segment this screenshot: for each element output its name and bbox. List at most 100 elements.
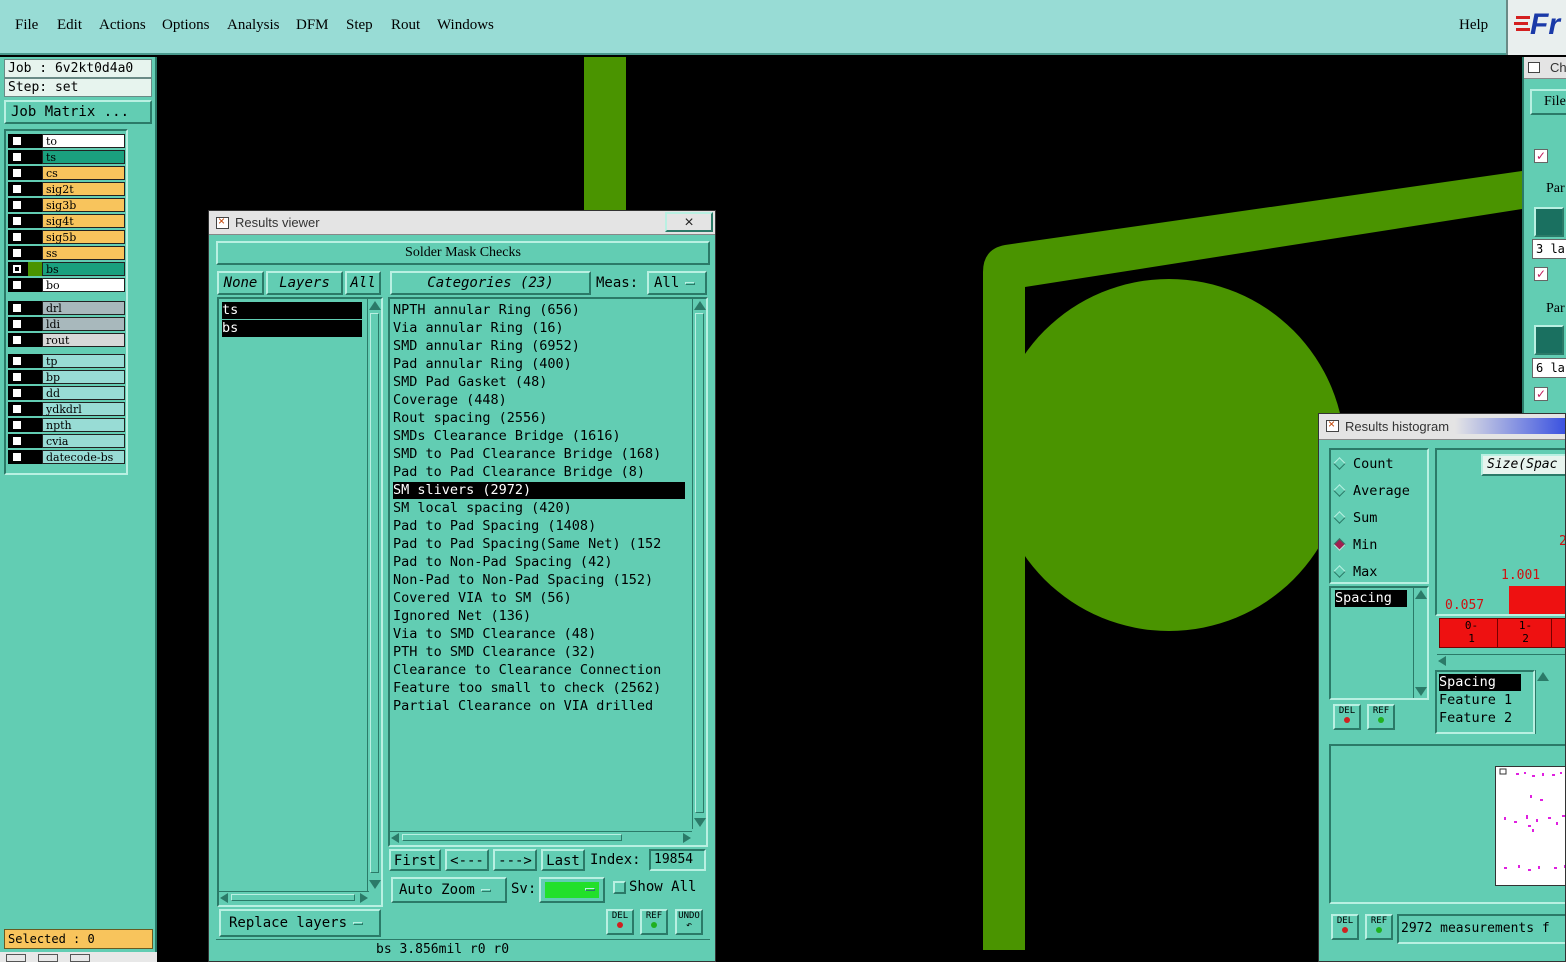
layer-color-swatch[interactable] xyxy=(28,354,42,368)
category-item[interactable]: Via annular Ring (16) xyxy=(393,320,685,337)
layer-row-bs[interactable]: bs xyxy=(8,262,126,276)
layer-color-swatch[interactable] xyxy=(28,246,42,260)
category-item[interactable]: Via to SMD Clearance (48) xyxy=(393,626,685,643)
layer-list-hscrollbar[interactable] xyxy=(219,891,369,903)
category-item[interactable]: SMD annular Ring (6952) xyxy=(393,338,685,355)
radio-diamond-icon[interactable] xyxy=(1333,511,1346,524)
layer-name[interactable]: datecode-bs xyxy=(42,450,125,464)
del-button[interactable]: DEL xyxy=(1333,704,1361,730)
job-matrix-button[interactable]: Job Matrix ... xyxy=(4,100,152,124)
menu-edit[interactable]: Edit xyxy=(57,17,82,34)
layer-name[interactable]: ldi xyxy=(42,317,125,331)
layer-checkbox[interactable] xyxy=(12,232,22,242)
layer-row-rout[interactable]: rout xyxy=(8,333,126,347)
layer-color-swatch[interactable] xyxy=(28,301,42,315)
del-button[interactable]: DEL xyxy=(606,909,634,935)
layer-color-swatch[interactable] xyxy=(28,150,42,164)
menu-step[interactable]: Step xyxy=(346,17,373,34)
layer-row-dd[interactable]: dd xyxy=(8,386,126,400)
sv-color-dropdown[interactable] xyxy=(539,877,605,903)
run-icon[interactable] xyxy=(1534,207,1564,237)
category-item[interactable]: Pad to Non-Pad Spacing (42) xyxy=(393,554,685,571)
scroll-left-icon[interactable] xyxy=(391,833,399,843)
measure-list[interactable]: Spacing xyxy=(1329,586,1429,700)
layer-row-ts[interactable]: ts xyxy=(8,150,126,164)
scroll-up-icon[interactable] xyxy=(1537,672,1549,681)
scroll-right-icon[interactable] xyxy=(683,833,691,843)
layer-row-tp[interactable]: tp xyxy=(8,354,126,368)
category-item[interactable]: SMD Pad Gasket (48) xyxy=(393,374,685,391)
auto-zoom-dropdown[interactable]: Auto Zoom xyxy=(391,877,507,903)
taskbar-button[interactable] xyxy=(70,954,90,962)
index-input[interactable]: 19854 xyxy=(649,849,706,871)
measure-scrollbar[interactable] xyxy=(1413,588,1427,698)
layer-checkbox[interactable] xyxy=(12,264,22,274)
categories-list[interactable]: NPTH annular Ring (656) Via annular Ring … xyxy=(388,297,708,847)
layer-row-ss[interactable]: ss xyxy=(8,246,126,260)
layer-name[interactable]: ts xyxy=(42,150,125,164)
layer-name[interactable]: sig2t xyxy=(42,182,125,196)
category-item[interactable]: NPTH annular Ring (656) xyxy=(393,302,685,319)
layer-name[interactable]: sig3b xyxy=(42,198,125,212)
category-item[interactable]: Ignored Net (136) xyxy=(393,608,685,625)
layer-row-sig2t[interactable]: sig2t xyxy=(8,182,126,196)
all-button[interactable]: All xyxy=(345,271,381,295)
layer-color-swatch[interactable] xyxy=(28,198,42,212)
layer-color-swatch[interactable] xyxy=(28,333,42,347)
scroll-thumb[interactable] xyxy=(231,894,355,901)
layer-color-swatch[interactable] xyxy=(28,214,42,228)
layer-name[interactable]: dd xyxy=(42,386,125,400)
layer-checkbox[interactable] xyxy=(12,404,22,414)
category-item[interactable]: SM slivers (2972) xyxy=(393,482,685,499)
scroll-up-icon[interactable] xyxy=(369,301,381,310)
menu-rout[interactable]: Rout xyxy=(391,17,420,34)
taskbar-button[interactable] xyxy=(38,954,58,962)
radio-diamond-icon[interactable] xyxy=(1333,565,1346,578)
layer-checkbox[interactable] xyxy=(12,388,22,398)
scroll-down-icon[interactable] xyxy=(369,880,381,889)
layer-row-bo[interactable]: bo xyxy=(8,278,126,292)
radio-diamond-icon[interactable] xyxy=(1333,538,1346,551)
layer-color-swatch[interactable] xyxy=(28,166,42,180)
category-item[interactable]: Non-Pad to Non-Pad Spacing (152) xyxy=(393,572,685,589)
layer-row-npth[interactable]: npth xyxy=(8,418,126,432)
layer-color-swatch[interactable] xyxy=(28,278,42,292)
category-item[interactable]: Feature too small to check (2562) xyxy=(393,680,685,697)
scroll-thumb[interactable] xyxy=(402,834,622,841)
layer-row-drl[interactable]: drl xyxy=(8,301,126,315)
menu-file[interactable]: File xyxy=(15,17,38,34)
histogram-hscrollbar[interactable] xyxy=(1437,654,1565,666)
layer-row-ldi[interactable]: ldi xyxy=(8,317,126,331)
layer-name[interactable]: tp xyxy=(42,354,125,368)
layer-checkbox[interactable] xyxy=(12,136,22,146)
layer-checkbox[interactable] xyxy=(12,356,22,366)
category-item[interactable]: Pad to Pad Clearance Bridge (8) xyxy=(393,464,685,481)
list-item[interactable]: bs xyxy=(222,320,362,337)
layer-checkbox[interactable] xyxy=(12,319,22,329)
layer-row-cvia[interactable]: cvia xyxy=(8,434,126,448)
categories-button[interactable]: Categories (23) xyxy=(390,271,591,295)
category-item[interactable]: SM local spacing (420) xyxy=(393,500,685,517)
close-button[interactable]: × xyxy=(665,212,713,232)
fields-scrollbar[interactable] xyxy=(1535,670,1549,734)
layer-row-ydkdrl[interactable]: ydkdrl xyxy=(8,402,126,416)
layer-color-swatch[interactable] xyxy=(28,370,42,384)
layer-row-cs[interactable]: cs xyxy=(8,166,126,180)
menu-help[interactable]: Help xyxy=(1459,17,1488,34)
layer-row-bp[interactable]: bp xyxy=(8,370,126,384)
menu-actions[interactable]: Actions xyxy=(99,17,146,34)
scroll-thumb[interactable] xyxy=(370,313,379,873)
category-item[interactable]: Covered VIA to SM (56) xyxy=(393,590,685,607)
layer-checkbox[interactable] xyxy=(12,436,22,446)
menu-dfm[interactable]: DFM xyxy=(296,17,329,34)
scroll-up-icon[interactable] xyxy=(694,301,706,310)
undo-button[interactable]: UNDO ↶ xyxy=(675,909,703,935)
layer-checkbox[interactable] xyxy=(12,184,22,194)
layers-button[interactable]: Layers xyxy=(266,271,343,295)
check-icon[interactable]: ✓ xyxy=(1534,149,1548,163)
layer-name[interactable]: ydkdrl xyxy=(42,402,125,416)
layer-checkbox[interactable] xyxy=(12,168,22,178)
ref-button[interactable]: REF xyxy=(640,909,668,935)
run-icon[interactable] xyxy=(1534,325,1564,355)
layer-row-datecode-bs[interactable]: datecode-bs xyxy=(8,450,126,464)
